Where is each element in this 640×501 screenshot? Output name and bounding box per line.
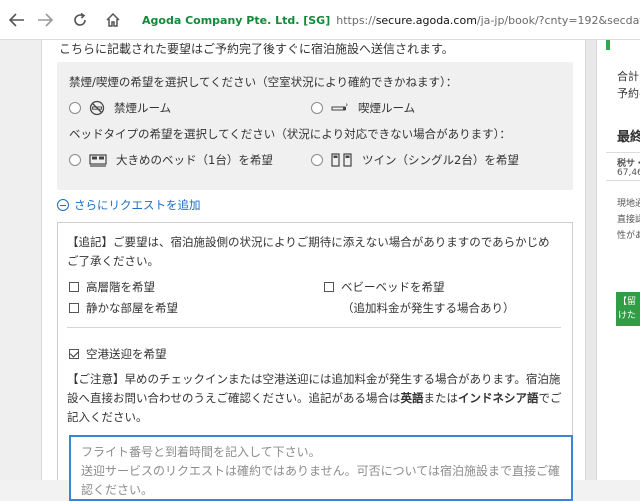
no-smoking-icon [89, 100, 105, 116]
page-gutter [586, 40, 596, 480]
divider [67, 327, 561, 328]
url-prefix: https:// [336, 13, 376, 27]
option-label: 大きめのベッド（1台）を希望 [116, 153, 273, 167]
radio-non-smoking[interactable] [69, 102, 81, 114]
green-accent-bar [606, 40, 610, 50]
page: こちらに記載された要望はご予約完了後すぐに宿泊施設へ送信されます。 禁煙/喫煙の… [0, 40, 640, 501]
tax-value: 67,461 [617, 168, 640, 178]
checkbox-box[interactable] [69, 282, 79, 292]
note-line-2: 直接認 [617, 215, 640, 225]
notice-green-box: 【留 けた [616, 292, 640, 326]
option-large-bed[interactable]: 大きめのベッド（1台）を希望 [69, 152, 273, 168]
checkbox-label: 空港送迎を希望 [86, 347, 167, 361]
checkbox-box[interactable] [324, 282, 334, 292]
caution-or: または [423, 391, 459, 405]
special-requests-panel: こちらに記載された要望はご予約完了後すぐに宿泊施設へ送信されます。 禁煙/喫煙の… [41, 40, 586, 501]
checkbox-box[interactable] [69, 303, 79, 313]
note-line-3: 性があ [617, 231, 640, 241]
total-label: 合計 [617, 70, 639, 83]
address-bar[interactable]: Agoda Company Pte. Ltd. [SG] https://sec… [136, 7, 640, 33]
checkbox-label: 高層階を希望 [86, 280, 155, 294]
note-line-1: 現地通 [617, 199, 640, 209]
intro-text: こちらに記載された要望はご予約完了後すぐに宿泊施設へ送信されます。 [59, 42, 454, 56]
option-label: ツイン（シングル2台）を希望 [362, 153, 519, 167]
bed-question: ベッドタイプの希望を選択してください（状況により対応できない場合があります）： [69, 127, 511, 141]
option-twin[interactable]: ツイン（シングル2台）を希望 [311, 152, 519, 168]
request-notice: 【追記】ご要望は、宿泊施設側の状況によりご期待に添えない場合がありますのであらか… [67, 235, 550, 268]
transfer-details-textarea[interactable]: フライト番号と到着時間を記入して下さい。 送迎サービスのリクエストは確約ではあり… [69, 435, 573, 501]
additional-requests-box: 【追記】ご要望は、宿泊施設側の状況によりご期待に添えない場合がありますのであらか… [57, 222, 573, 501]
twin-beds-icon [331, 153, 352, 167]
forward-arrow-icon[interactable] [35, 10, 55, 30]
site-identity: Agoda Company Pte. Ltd. [SG] [142, 13, 331, 27]
caution-language-english: 英語 [400, 391, 424, 405]
checkbox-high-floor[interactable]: 高層階を希望 [69, 279, 155, 295]
sidebar-divider [606, 152, 640, 153]
collapse-minus-icon [57, 199, 69, 211]
browser-toolbar: Agoda Company Pte. Ltd. [SG] https://sec… [0, 0, 640, 40]
option-label: 禁煙ルーム [114, 101, 172, 115]
sidebar-divider [606, 180, 640, 181]
radio-twin[interactable] [311, 154, 323, 166]
option-label: 喫煙ルーム [358, 101, 416, 115]
option-smoking[interactable]: 喫煙ルーム [311, 100, 415, 116]
url-host: secure.agoda.com [375, 13, 477, 27]
add-more-requests-link[interactable]: さらにリクエストを追加 [57, 197, 201, 213]
smoking-question: 禁煙/喫煙の希望を選択してください（空室状況により確約できかねます）： [69, 75, 458, 89]
checkbox-label: ベビーベッドを希望 [341, 280, 445, 294]
caution-language-indonesian: インドネシア語 [458, 391, 539, 405]
radio-smoking[interactable] [311, 102, 323, 114]
cigarette-icon [331, 103, 348, 111]
option-non-smoking[interactable]: 禁煙ルーム [69, 100, 171, 116]
final-price-label: 最終 [617, 130, 640, 145]
price-summary-sidebar: 合計 予約手 最終 税サ・ 67,461 現地通 直接認 性があ [596, 40, 640, 480]
placeholder-line-2: 送迎サービスのリクエストは確約ではありません。可否については宿泊施設まで直接ご確… [81, 464, 561, 497]
green-box-line-1: 【留 [618, 297, 637, 307]
double-bed-icon [89, 154, 107, 167]
transfer-caution: 【ご注意】早めのチェックインまたは空港送迎には追加料金が発生する場合があります。… [67, 370, 567, 427]
placeholder-line-1: フライト番号と到着時間を記入して下さい。 [81, 445, 321, 459]
url-path: /ja-jp/book/?cnty=192&secdat=wyZSAlvI7Wr… [476, 13, 640, 27]
home-icon[interactable] [103, 10, 123, 30]
room-preferences-box: 禁煙/喫煙の希望を選択してください（空室状況により確約できかねます）： 禁煙ルー… [57, 62, 573, 190]
back-arrow-icon[interactable] [7, 10, 27, 30]
baby-bed-note: （追加料金が発生する場合あり） [342, 301, 515, 315]
reload-icon[interactable] [70, 10, 90, 30]
checkbox-baby-bed[interactable]: ベビーベッドを希望 [324, 279, 445, 295]
checkbox-quiet-room[interactable]: 静かな部屋を希望 [69, 300, 178, 316]
radio-large-bed[interactable] [69, 154, 81, 166]
add-more-requests-label: さらにリクエストを追加 [74, 198, 201, 212]
checkbox-airport-transfer[interactable]: 空港送迎を希望 [69, 346, 167, 362]
checkbox-box-checked[interactable] [69, 349, 79, 359]
green-box-line-2: けた [618, 311, 637, 321]
checkbox-label: 静かな部屋を希望 [86, 301, 178, 315]
reservation-fee-label: 予約手 [617, 87, 640, 100]
